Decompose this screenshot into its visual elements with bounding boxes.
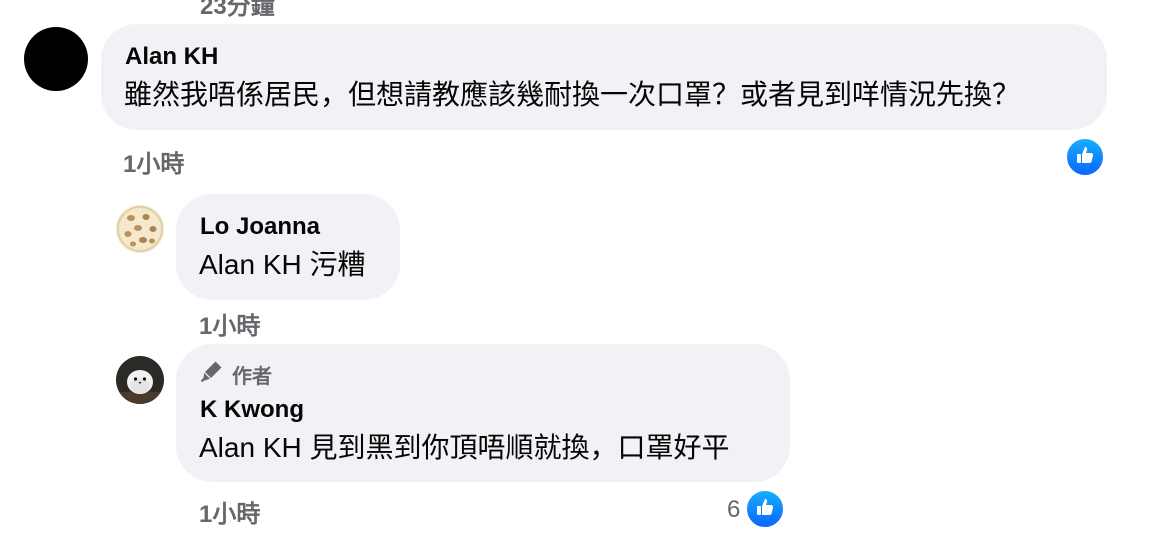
avatar-k-kwong[interactable] (116, 356, 164, 404)
like-reaction-badge[interactable] (745, 489, 785, 529)
like-icon (755, 497, 775, 522)
avatar-alan-kh[interactable] (24, 27, 88, 91)
comment-text: 雖然我唔係居民，但想請教應該幾耐換一次口罩？或者見到咩情況先換？ (124, 79, 1021, 110)
author-badge-label: 作者 (232, 365, 272, 388)
comment-text: Alan KH 見到黑到你頂唔順就換，口罩好平 (199, 432, 730, 463)
comment-timestamp[interactable]: 1小時 (123, 144, 184, 179)
comment-timestamp[interactable]: 1小時 (199, 494, 260, 529)
comment-text: Alan KH 污糟 (199, 249, 366, 280)
comment-author-name[interactable]: Lo Joanna (200, 212, 320, 242)
reaction-count[interactable]: 6 (727, 496, 740, 524)
comment-bubble-lo-joanna: Lo Joanna Alan KH 污糟 (176, 194, 400, 300)
author-badge: 作者 (200, 359, 272, 389)
comment-author-name[interactable]: K Kwong (200, 395, 304, 425)
previous-comment-timestamp[interactable]: 23分鐘 (200, 0, 275, 21)
comment-author-name[interactable]: Alan KH (125, 42, 218, 72)
like-icon (1075, 145, 1095, 170)
like-reaction-badge[interactable] (1065, 137, 1105, 177)
comment-timestamp[interactable]: 1小時 (199, 306, 260, 341)
comment-bubble-alan-kh: Alan KH 雖然我唔係居民，但想請教應該幾耐換一次口罩？或者見到咩情況先換？ (101, 24, 1107, 130)
comment-bubble-k-kwong: 作者 K Kwong Alan KH 見到黑到你頂唔順就換，口罩好平 (176, 344, 790, 482)
avatar-lo-joanna[interactable] (116, 205, 164, 253)
pen-icon (200, 359, 224, 389)
